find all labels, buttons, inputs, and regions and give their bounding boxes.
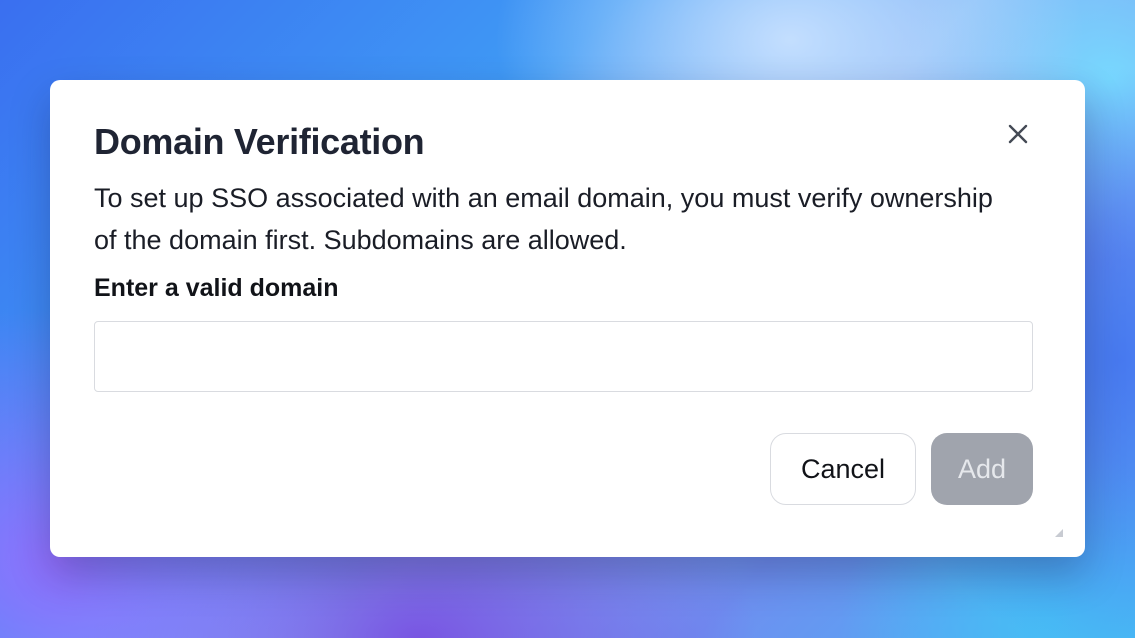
add-button[interactable]: Add [931,433,1033,505]
domain-input[interactable] [94,321,1033,392]
domain-verification-dialog: Domain Verification To set up SSO associ… [50,80,1085,557]
dialog-description: To set up SSO associated with an email d… [94,183,993,255]
dialog-title: Domain Verification [94,121,425,162]
close-icon [1008,124,1028,144]
resize-grip-icon[interactable] [1055,529,1063,537]
cancel-button[interactable]: Cancel [770,433,916,505]
close-button[interactable] [1000,116,1036,152]
domain-field-label: Enter a valid domain [94,274,339,302]
